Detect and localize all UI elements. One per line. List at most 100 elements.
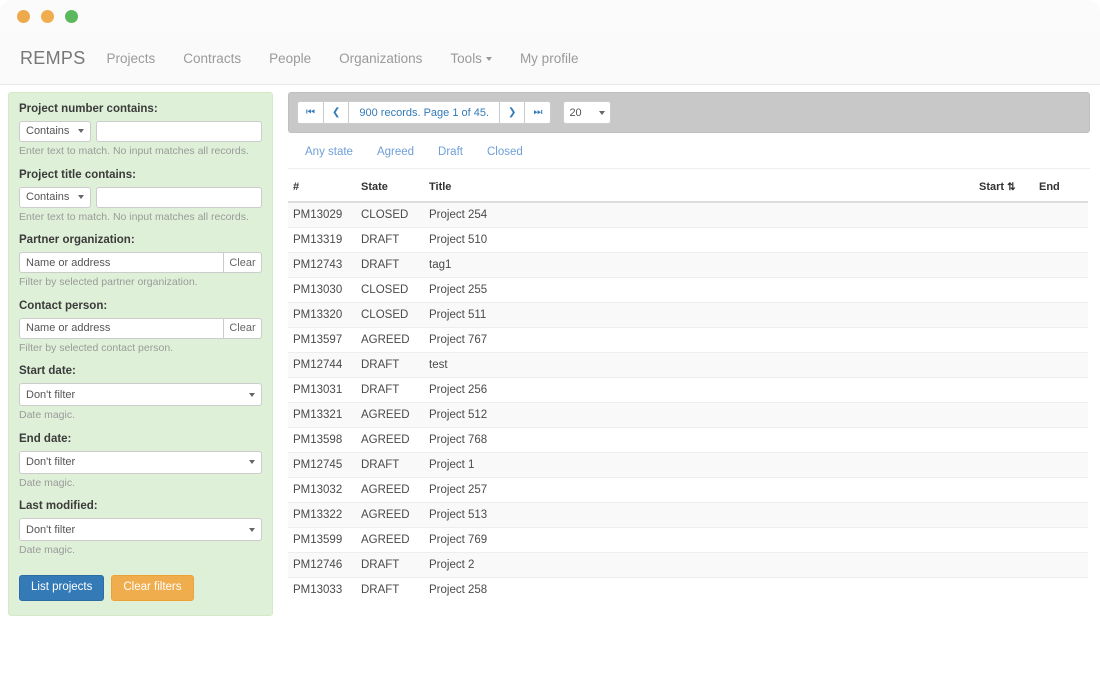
cell-number: PM13319: [288, 228, 356, 253]
table-row[interactable]: PM13322AGREEDProject 513: [288, 503, 1088, 528]
partner-organization-label: Partner organization:: [19, 233, 262, 248]
end-date-select[interactable]: Don't filter: [19, 451, 262, 474]
table-row[interactable]: PM13320CLOSEDProject 511: [288, 303, 1088, 328]
cell-end: [1034, 228, 1088, 253]
main-navbar: REMPS Projects Contracts People Organiza…: [0, 33, 1100, 85]
cell-end: [1034, 403, 1088, 428]
cell-title: Project 254: [424, 202, 974, 228]
next-page-button[interactable]: ❯: [499, 101, 525, 124]
close-dot-icon[interactable]: [17, 10, 30, 23]
project-title-input[interactable]: [96, 187, 262, 208]
table-row[interactable]: PM12746DRAFTProject 2: [288, 553, 1088, 578]
column-header-start[interactable]: Start⇅: [974, 175, 1034, 202]
contact-person-clear-button[interactable]: Clear: [224, 318, 262, 339]
nav-link-my-profile[interactable]: My profile: [506, 33, 593, 84]
cell-end: [1034, 503, 1088, 528]
cell-start: [974, 328, 1034, 353]
project-title-row: Contains: [19, 187, 262, 208]
project-number-operator-select[interactable]: Contains: [19, 121, 91, 142]
project-number-input[interactable]: [96, 121, 262, 142]
cell-start: [974, 553, 1034, 578]
chevron-down-icon: [78, 195, 84, 199]
nav-link-my-profile-label: My profile: [520, 51, 579, 66]
cell-number: PM13598: [288, 428, 356, 453]
partner-organization-clear-button[interactable]: Clear: [224, 252, 262, 273]
cell-end: [1034, 528, 1088, 553]
chevron-down-icon: [249, 460, 255, 464]
tab-closed[interactable]: Closed: [475, 146, 535, 158]
clear-filters-button[interactable]: Clear filters: [111, 575, 193, 601]
table-row[interactable]: PM13030CLOSEDProject 255: [288, 278, 1088, 303]
cell-number: PM13599: [288, 528, 356, 553]
pagination-toolbar: ⏮ ❮ 900 records. Page 1 of 45. ❯ ⏭ 20: [288, 92, 1090, 133]
cell-end: [1034, 202, 1088, 228]
chevron-down-icon: [78, 129, 84, 133]
cell-end: [1034, 328, 1088, 353]
cell-start: [974, 228, 1034, 253]
table-header-row: # State Title Start⇅ End: [288, 175, 1088, 202]
nav-link-people[interactable]: People: [255, 33, 325, 84]
nav-link-projects[interactable]: Projects: [93, 33, 170, 84]
cell-state: DRAFT: [356, 353, 424, 378]
column-header-title[interactable]: Title: [424, 175, 974, 202]
cell-state: CLOSED: [356, 303, 424, 328]
column-header-end[interactable]: End: [1034, 175, 1088, 202]
contact-person-input[interactable]: Name or address: [19, 318, 224, 339]
table-row[interactable]: PM12745DRAFTProject 1: [288, 453, 1088, 478]
column-header-state[interactable]: State: [356, 175, 424, 202]
last-modified-select[interactable]: Don't filter: [19, 518, 262, 541]
nav-link-organizations[interactable]: Organizations: [325, 33, 436, 84]
table-row[interactable]: PM13032AGREEDProject 257: [288, 478, 1088, 503]
window-controls: [17, 10, 78, 23]
projects-table-head: # State Title Start⇅ End: [288, 175, 1088, 202]
minimize-dot-icon[interactable]: [41, 10, 54, 23]
list-projects-button[interactable]: List projects: [19, 575, 104, 601]
table-row[interactable]: PM13598AGREEDProject 768: [288, 428, 1088, 453]
page-size-select[interactable]: 20: [563, 101, 611, 124]
cell-number: PM13322: [288, 503, 356, 528]
table-row[interactable]: PM13599AGREEDProject 769: [288, 528, 1088, 553]
cell-end: [1034, 278, 1088, 303]
last-page-button[interactable]: ⏭: [524, 101, 551, 124]
cell-end: [1034, 303, 1088, 328]
sort-icon[interactable]: ⇅: [1007, 182, 1014, 193]
brand-logo[interactable]: REMPS: [13, 48, 93, 69]
table-row[interactable]: PM13597AGREEDProject 767: [288, 328, 1088, 353]
cell-state: DRAFT: [356, 253, 424, 278]
previous-page-button[interactable]: ❮: [323, 101, 349, 124]
cell-title: Project 2: [424, 553, 974, 578]
table-row[interactable]: PM12744DRAFTtest: [288, 353, 1088, 378]
pagination-info[interactable]: 900 records. Page 1 of 45.: [348, 101, 500, 124]
tab-agreed[interactable]: Agreed: [365, 146, 426, 158]
nav-link-people-label: People: [269, 51, 311, 66]
table-row[interactable]: PM13029CLOSEDProject 254: [288, 202, 1088, 228]
project-title-operator-select[interactable]: Contains: [19, 187, 91, 208]
start-date-select[interactable]: Don't filter: [19, 383, 262, 406]
column-header-number[interactable]: #: [288, 175, 356, 202]
cell-state: AGREED: [356, 528, 424, 553]
project-title-operator-value: Contains: [26, 191, 69, 203]
cell-title: tag1: [424, 253, 974, 278]
chevron-down-icon: [249, 528, 255, 532]
table-row[interactable]: PM12743DRAFTtag1: [288, 253, 1088, 278]
cell-state: CLOSED: [356, 202, 424, 228]
table-row[interactable]: PM13031DRAFTProject 256: [288, 378, 1088, 403]
maximize-dot-icon[interactable]: [65, 10, 78, 23]
tab-draft[interactable]: Draft: [426, 146, 475, 158]
nav-link-contracts[interactable]: Contracts: [169, 33, 255, 84]
partner-organization-input[interactable]: Name or address: [19, 252, 224, 273]
nav-link-tools[interactable]: Tools: [436, 33, 506, 84]
chevron-right-icon: ❯: [508, 108, 516, 118]
table-row[interactable]: PM13319DRAFTProject 510: [288, 228, 1088, 253]
table-row[interactable]: PM13033DRAFTProject 258: [288, 578, 1088, 603]
end-date-help: Date magic.: [19, 477, 262, 491]
start-date-help: Date magic.: [19, 409, 262, 423]
cell-state: AGREED: [356, 503, 424, 528]
cell-start: [974, 578, 1034, 603]
state-filter-tabs: Any state Agreed Draft Closed: [288, 136, 1090, 169]
cell-state: AGREED: [356, 403, 424, 428]
cell-title: test: [424, 353, 974, 378]
tab-any-state[interactable]: Any state: [293, 146, 365, 158]
table-row[interactable]: PM13321AGREEDProject 512: [288, 403, 1088, 428]
first-page-button[interactable]: ⏮: [297, 101, 324, 124]
